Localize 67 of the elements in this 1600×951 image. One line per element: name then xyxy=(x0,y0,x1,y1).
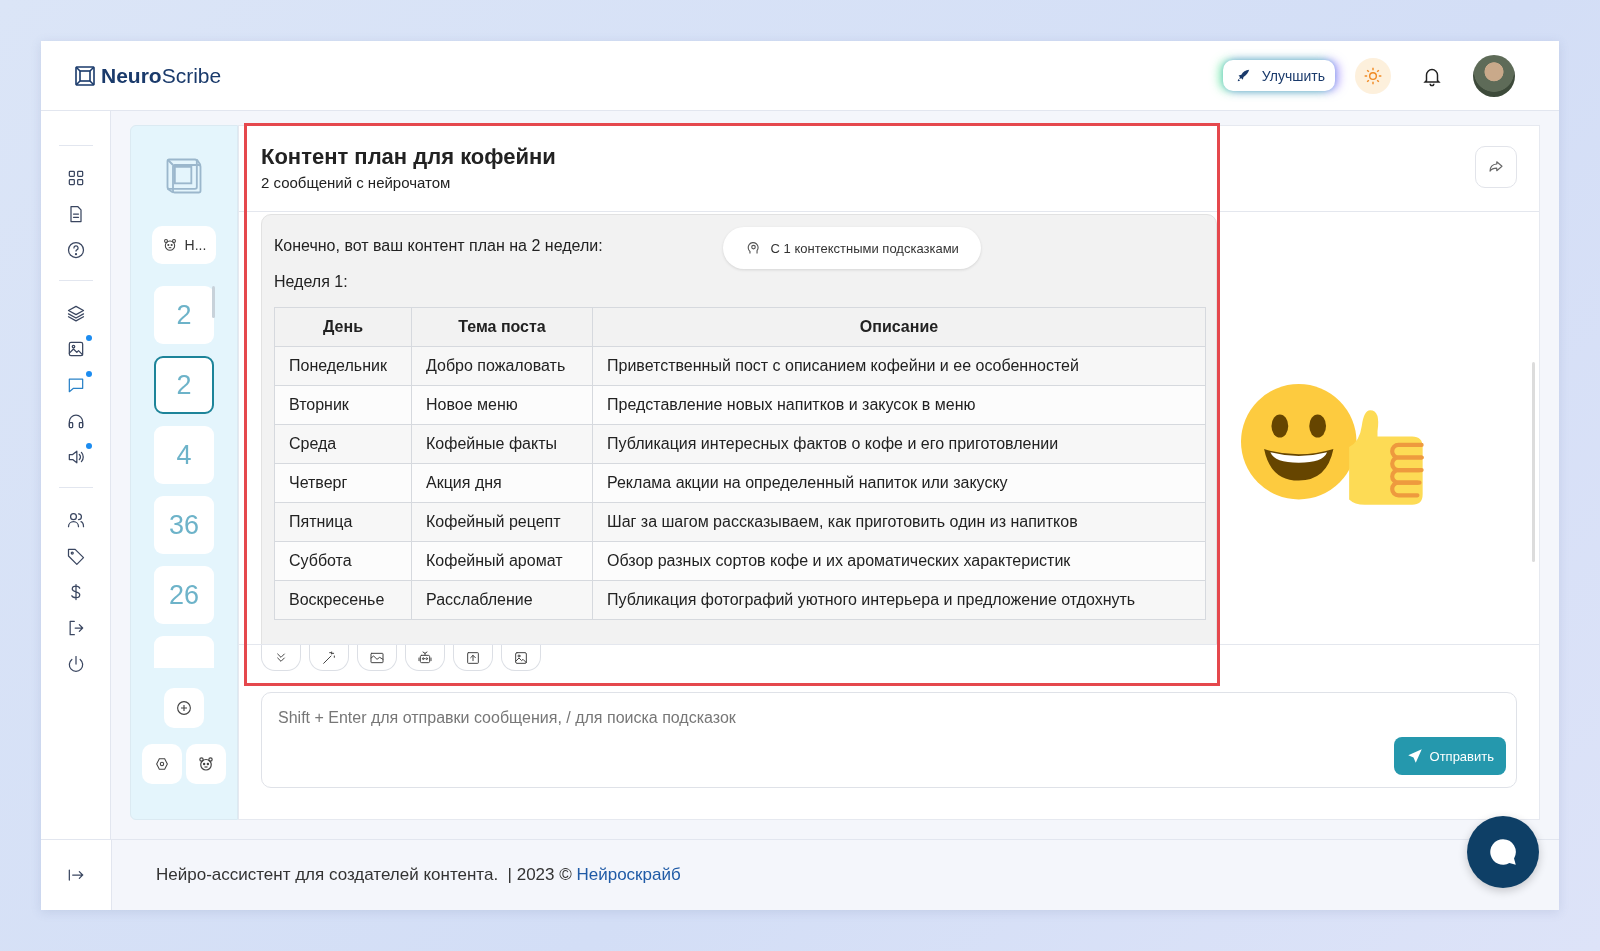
assistant-selector[interactable]: Н... xyxy=(151,226,217,264)
send-button[interactable]: Отправить xyxy=(1393,737,1506,775)
column-header: Тема поста xyxy=(411,307,593,347)
table-cell: Шаг за шагом рассказываем, как приготовить один из напитков xyxy=(592,502,1206,542)
toolbar-button[interactable] xyxy=(405,645,445,671)
table-cell: Обзор разных сортов кофе и их ароматических характеристик xyxy=(592,541,1206,581)
users-icon xyxy=(65,510,86,530)
chat-subtitle: 2 сообщений с нейрочатом xyxy=(261,174,452,191)
hexagon-icon xyxy=(154,756,170,772)
image-icon xyxy=(513,649,529,666)
sun-icon xyxy=(1363,65,1383,86)
table-cell: Реклама акции на определенный напиток или закуску xyxy=(592,463,1206,503)
table-cell: Акция дня xyxy=(411,463,593,503)
chat-widget-button[interactable] xyxy=(1467,816,1539,888)
message-text: Конечно, вот ваш контент план на 2 недели: xyxy=(274,237,603,255)
chat-card[interactable]: 2 xyxy=(154,356,214,414)
chat-card[interactable]: 4 xyxy=(154,426,214,484)
table-cell: Кофейный рецепт xyxy=(411,502,593,542)
table-cell: Кофейные факты xyxy=(411,424,593,464)
avatar[interactable] xyxy=(1473,54,1515,97)
table-cell: Кофейный аромат xyxy=(411,541,593,581)
footer-text: Нейро-ассистент для создателей контента. | 2023 © Нейроскрайб xyxy=(156,865,681,885)
logo-text: NeuroScribe xyxy=(101,63,222,88)
table-cell: Новое меню xyxy=(411,385,593,425)
bear-icon xyxy=(197,755,215,773)
theme-toggle[interactable] xyxy=(1355,57,1391,94)
bear-button[interactable] xyxy=(186,744,226,784)
chat-title: Контент план для кофейни xyxy=(261,144,556,170)
upgrade-button[interactable]: Улучшить xyxy=(1222,60,1335,91)
message-text: Неделя 1: xyxy=(274,273,349,291)
layers-icon xyxy=(65,303,86,323)
toolbar-button[interactable] xyxy=(453,645,493,671)
bear-icon xyxy=(161,237,178,253)
chat-card[interactable]: 36 xyxy=(154,496,214,554)
add-chat-button[interactable] xyxy=(164,688,204,728)
table-cell: Среда xyxy=(274,424,412,464)
tag-icon xyxy=(65,546,86,566)
table-cell: Пятница xyxy=(274,502,412,542)
help-icon xyxy=(65,240,86,260)
table-cell: Публикация фотографий уютного интерьера и предложение отдохнуть xyxy=(592,580,1206,620)
scrollbar[interactable] xyxy=(1532,362,1535,562)
table-cell: Понедельник xyxy=(274,346,412,386)
table-cell: Вторник xyxy=(274,385,412,425)
toolbar-button[interactable] xyxy=(357,645,397,671)
table-cell: Приветственный пост с описанием кофейни и ее особенностей xyxy=(592,346,1206,386)
column-header: Описание xyxy=(592,307,1206,347)
table-cell: Воскресенье xyxy=(274,580,412,620)
upload-icon xyxy=(465,649,481,666)
plus-icon xyxy=(175,699,193,717)
message-input[interactable]: Shift + Enter для отправки сообщения, / для поиска подсказок Отправить xyxy=(261,692,1517,788)
magic-wand-icon xyxy=(321,649,337,666)
table-cell: Суббота xyxy=(274,541,412,581)
chat-card[interactable]: 2 xyxy=(154,286,214,344)
hints-badge[interactable]: С 1 контекстными подсказками xyxy=(722,227,981,269)
scrollbar[interactable] xyxy=(212,286,215,318)
table-cell: Публикация интересных фактов о кофе и его приготовлении xyxy=(592,424,1206,464)
column-header: День xyxy=(274,307,412,347)
table-cell: Представление новых напитков и закусок в меню xyxy=(592,385,1206,425)
footer-link[interactable]: Нейроскрайб xyxy=(576,865,681,884)
table-cell: Расслабление xyxy=(411,580,593,620)
logo-icon xyxy=(73,63,97,88)
settings-button[interactable] xyxy=(142,744,182,784)
toolbar-button[interactable] xyxy=(501,645,541,671)
chat-card[interactable]: 26 xyxy=(154,566,214,624)
table-cell: Добро пожаловать xyxy=(411,346,593,386)
table-cell: Четверг xyxy=(274,463,412,503)
robot-icon xyxy=(417,649,433,666)
